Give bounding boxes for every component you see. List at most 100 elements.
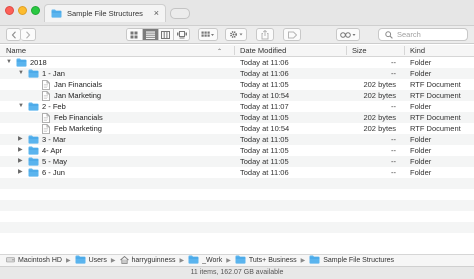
disclosure-collapsed-icon[interactable]: ▶ [18, 134, 23, 145]
file-size: 202 bytes [363, 80, 396, 89]
group-by-button[interactable] [198, 28, 218, 41]
path-crumb[interactable]: Users [75, 255, 107, 266]
file-row[interactable]: Jan Marketing Today at 10:54 202 bytes RTF … [0, 90, 474, 101]
file-kind: RTF Document [410, 113, 461, 122]
file-kind: Folder [410, 102, 432, 111]
tag-icon [287, 31, 297, 38]
file-row[interactable]: Jan Financials Today at 11:05 202 bytes RTF… [0, 79, 474, 90]
back-button[interactable] [6, 28, 21, 41]
column-divider[interactable] [346, 46, 347, 55]
disclosure-collapsed-icon[interactable]: ▶ [18, 145, 23, 156]
file-row[interactable]: ▶ 5 - May Today at 11:05 -- Folder [0, 156, 474, 167]
folder-icon [75, 255, 86, 266]
hard-drive-icon [6, 256, 15, 265]
file-row[interactable]: ▶ 4- Apr Today at 11:05 -- Folder [0, 145, 474, 156]
minimize-window-button[interactable] [18, 6, 27, 15]
sort-ascending-icon: ⌃ [217, 49, 223, 55]
file-name: 1 - Jan [42, 69, 65, 78]
disclosure-expanded-icon[interactable]: ▼ [18, 68, 24, 79]
file-kind: Folder [410, 157, 432, 166]
disclosure-expanded-icon[interactable]: ▼ [6, 57, 12, 68]
title-bar: Sample File Structures × [0, 0, 474, 26]
path-crumb-label: Macintosh HD [18, 257, 62, 264]
grid-dropdown-icon [201, 31, 214, 37]
date-modified: Today at 11:07 [240, 102, 289, 111]
date-modified: Today at 11:05 [240, 113, 289, 122]
action-button[interactable] [225, 28, 247, 41]
file-row[interactable]: ▶ 6 - Jun Today at 11:06 -- Folder [0, 167, 474, 178]
file-row[interactable]: Feb Financials Today at 11:05 202 bytes RTF… [0, 112, 474, 123]
status-text: 11 items, 162.07 GB available [190, 269, 284, 276]
disclosure-collapsed-icon[interactable]: ▶ [18, 156, 23, 167]
date-modified-column-header[interactable]: Date Modified [240, 46, 286, 56]
file-size: -- [391, 102, 396, 111]
file-name: 6 - Jun [42, 168, 65, 177]
date-modified: Today at 11:05 [240, 80, 289, 89]
icon-grid-icon [130, 31, 138, 38]
disclosure-expanded-icon[interactable]: ▼ [18, 101, 24, 112]
zoom-window-button[interactable] [31, 6, 40, 15]
file-name: 4- Apr [42, 146, 63, 155]
date-modified: Today at 11:06 [240, 69, 289, 78]
file-name: Feb Marketing [54, 124, 102, 133]
path-crumb[interactable]: Macintosh HD [6, 256, 62, 265]
file-row[interactable]: ▶ 3 - Mar Today at 11:05 -- Folder [0, 134, 474, 145]
date-modified: Today at 10:54 [240, 91, 290, 100]
file-row[interactable]: ▼ 2 - Feb Today at 11:07 -- Folder [0, 101, 474, 112]
home-icon [119, 255, 129, 266]
close-window-button[interactable] [5, 6, 14, 15]
file-name: 3 - Mar [42, 135, 66, 144]
file-size: -- [391, 135, 396, 144]
name-column-header[interactable]: Name [6, 46, 26, 56]
path-crumb[interactable]: Tuts+ Business [235, 255, 297, 266]
date-modified: Today at 10:54 [240, 124, 290, 133]
file-kind: Folder [410, 69, 432, 78]
file-kind: Folder [410, 58, 432, 67]
disclosure-collapsed-icon[interactable]: ▶ [18, 167, 23, 178]
chevron-right-icon: ▶ [226, 258, 231, 264]
list-view-button[interactable] [142, 29, 159, 40]
empty-row [0, 222, 474, 233]
status-bar: 11 items, 162.07 GB available [0, 266, 474, 279]
file-kind: RTF Document [410, 124, 461, 133]
column-divider[interactable] [234, 46, 235, 55]
forward-button[interactable] [21, 28, 36, 41]
column-divider[interactable] [404, 46, 405, 55]
chevron-right-icon: ▶ [65, 258, 71, 264]
path-bar: Macintosh HD ▶ Users ▶ harryguinness ▶ _Work ▶ T… [0, 254, 474, 266]
path-crumb[interactable]: Sample File Structures [309, 255, 394, 266]
file-row[interactable]: ▼ 2018 Today at 11:06 -- Folder [0, 57, 474, 68]
close-tab-icon[interactable]: × [154, 8, 159, 18]
share-button[interactable] [256, 28, 274, 41]
file-size: 202 bytes [363, 113, 396, 122]
path-crumb-label: Users [88, 257, 107, 264]
empty-row [0, 189, 474, 200]
file-name: Jan Financials [54, 80, 102, 89]
chevron-right-icon: ▶ [179, 258, 185, 264]
empty-row [0, 211, 474, 222]
new-tab-button[interactable] [170, 8, 190, 19]
search-field[interactable] [378, 28, 468, 41]
kind-column-header[interactable]: Kind [410, 46, 425, 56]
gallery-view-button[interactable] [174, 29, 189, 40]
path-crumb[interactable]: harryguinness [119, 255, 175, 266]
file-name: 2018 [30, 58, 47, 67]
empty-row [0, 178, 474, 189]
chevron-right-icon: ▶ [300, 258, 306, 264]
folder-icon [235, 255, 246, 266]
path-crumb-label: _Work [202, 257, 223, 264]
file-row[interactable]: ▼ 1 - Jan Today at 11:06 -- Folder [0, 68, 474, 79]
search-input[interactable] [397, 30, 465, 39]
folder-icon [309, 255, 320, 266]
chevron-right-icon [26, 30, 31, 39]
size-column-header[interactable]: Size [352, 46, 367, 56]
icon-view-button[interactable] [127, 29, 143, 40]
quick-look-button[interactable] [336, 28, 360, 41]
column-view-button[interactable] [158, 29, 175, 40]
edit-tags-button[interactable] [283, 28, 301, 41]
path-crumb[interactable]: _Work [188, 255, 222, 266]
window-tab[interactable]: Sample File Structures × [44, 4, 166, 22]
file-row[interactable]: Feb Marketing Today at 10:54 202 bytes RTF … [0, 123, 474, 134]
gallery-icon [176, 30, 187, 38]
search-icon [385, 31, 393, 39]
